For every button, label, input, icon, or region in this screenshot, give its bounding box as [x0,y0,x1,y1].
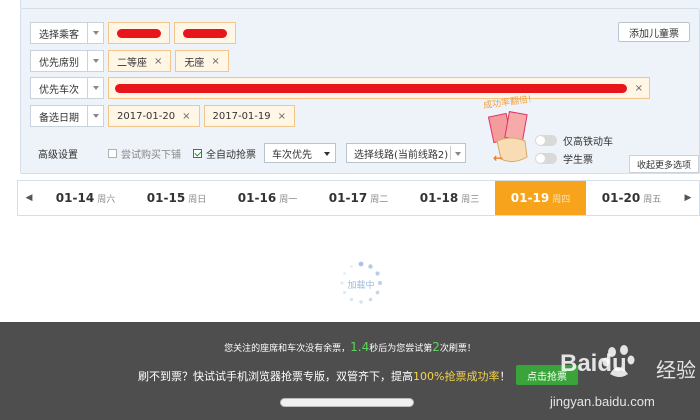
promo-arrow: ← [493,151,504,165]
auto-grab-checkbox[interactable] [193,148,202,158]
redacted-passenger-name [117,28,161,38]
date-selector-bar: ◀ 01-14 周六 01-15 周日 01-16 周一 01-17 周二 01-18 周… [17,180,700,216]
watermark-cn: 经验 [656,358,696,382]
passenger-row: 选择乘客 [30,22,240,44]
redacted-train-numbers [115,83,627,93]
passenger-tag[interactable] [174,22,236,44]
seat-label: 优先席别 [30,50,88,72]
passenger-label: 选择乘客 [30,22,88,44]
loading-text: 加载中 [347,281,375,291]
try-lower-berth-checkbox[interactable] [108,148,117,158]
high-speed-toggle-row: 仅高铁动车 [535,133,613,148]
seat-dropdown-toggle[interactable] [88,50,104,72]
seat-row: 优先席别 二等座 × 无座 × [30,50,233,72]
date-tab[interactable]: 01-20 周五 [586,181,677,215]
panel-top-edge [20,0,700,8]
try-lower-berth-label: 尝试购买下铺 [121,149,181,161]
train-row: 优先车次 × [30,77,654,99]
priority-select[interactable]: 车次优先 [264,143,336,163]
student-toggle-row: 学生票 [535,151,593,166]
route-select[interactable]: 选择线路(当前线路2) [346,143,466,163]
chevron-down-icon [92,31,99,35]
train-dropdown-toggle[interactable] [88,77,104,99]
chevron-down-icon [92,59,99,63]
mobile-promo-text: 刷不到票？快试试手机浏览器抢票专版，双管齐下，提高100%抢票成功率！ [138,370,511,383]
train-label: 优先车次 [30,77,88,99]
chevron-down-icon [92,86,99,90]
date-tag[interactable]: 2017-01-20 × [108,105,200,127]
chevron-down-icon [92,114,99,118]
chevron-down-icon [324,152,330,156]
seat-tag-standing[interactable]: 无座 × [175,50,229,72]
advanced-settings-row: 高级设置 尝试购买下铺 全自动抢票 车次优先 选择线路(当前线路2) [38,143,466,163]
high-speed-label: 仅高铁动车 [563,137,613,148]
chevron-down-icon [455,152,461,156]
add-child-ticket-button[interactable]: 添加儿童票 [618,22,690,42]
watermark-site: jingyan.baidu.com [550,394,655,409]
ticket-options-panel: 选择乘客 添加儿童票 优先席别 二等座 × 无座 × 优先车次 × 备选日期 201… [20,8,700,174]
close-icon[interactable]: × [182,111,190,122]
date-tab[interactable]: 01-18 周三 [404,181,495,215]
baidu-jingyan-watermark: Baidu 经验 jingyan.baidu.com [540,336,700,420]
train-tags-field[interactable]: × [108,77,650,99]
passenger-dropdown-toggle[interactable] [88,22,104,44]
date-row: 备选日期 2017-01-20 × 2017-01-19 × [30,105,299,127]
student-toggle[interactable] [535,153,557,164]
high-speed-toggle[interactable] [535,135,557,146]
close-icon[interactable]: × [278,111,286,122]
chevron-left-icon: ◀ [25,193,33,203]
route-select-divider [450,146,451,160]
next-dates-button[interactable]: ▶ [677,181,699,215]
date-tab[interactable]: 01-15 周日 [131,181,222,215]
advanced-label: 高级设置 [38,149,78,161]
horizontal-scrollbar[interactable] [280,398,414,407]
date-tab[interactable]: 01-17 周二 [313,181,404,215]
student-label: 学生票 [563,155,593,166]
alt-date-label: 备选日期 [30,105,88,127]
chevron-right-icon: ▶ [684,193,692,203]
close-icon[interactable]: × [211,56,219,67]
passenger-tag[interactable] [108,22,170,44]
watermark-brand: Baidu [560,350,627,377]
prev-dates-button[interactable]: ◀ [18,181,40,215]
loading-spinner: 加载中 [338,260,384,306]
close-icon[interactable]: × [635,83,643,94]
date-tab-active[interactable]: 01-19 周四 [495,181,586,215]
date-tab[interactable]: 01-14 周六 [40,181,131,215]
close-icon[interactable]: × [154,56,162,67]
date-tag[interactable]: 2017-01-19 × [203,105,296,127]
seat-tag-second-class[interactable]: 二等座 × [108,50,172,72]
auto-grab-label: 全自动抢票 [206,149,256,161]
collapse-options-button[interactable]: 收起更多选项 [629,155,699,173]
redacted-passenger-name [183,28,227,38]
date-tab[interactable]: 01-16 周一 [222,181,313,215]
date-dropdown-toggle[interactable] [88,105,104,127]
